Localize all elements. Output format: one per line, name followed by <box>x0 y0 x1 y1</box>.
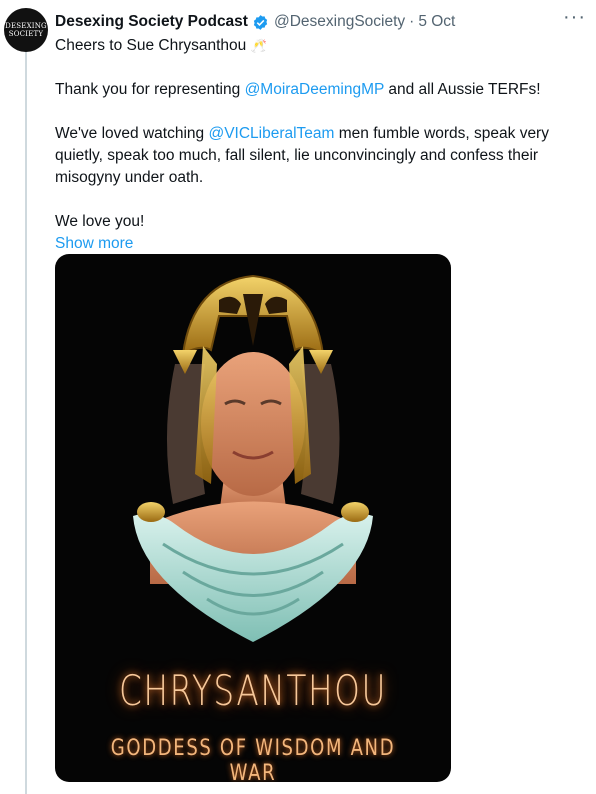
p2-after: and all Aussie TERFs! <box>384 81 541 98</box>
more-dots-icon[interactable]: ··· <box>563 7 586 27</box>
tweet-paragraph-2: Thank you for representing @MoiraDeeming… <box>55 79 580 101</box>
timestamp[interactable]: 5 Oct <box>418 13 455 31</box>
avatar[interactable]: DESEXING SOCIETY <box>4 8 48 52</box>
p3-before: We've loved watching <box>55 125 209 142</box>
tweet-image[interactable]: CHRYSANTHOU GODDESS OF WISDOM AND WAR <box>55 254 451 782</box>
show-more-link[interactable]: Show more <box>55 233 133 255</box>
separator: · <box>409 13 415 30</box>
p2-before: Thank you for representing <box>55 81 245 98</box>
tweet-paragraph-4: We love you! <box>55 213 145 230</box>
display-name[interactable]: Desexing Society Podcast <box>55 13 248 31</box>
avatar-text-2: SOCIETY <box>8 30 44 38</box>
tweet-text: Cheers to Sue Chrysanthou 🥂 Thank you fo… <box>55 35 580 255</box>
mention-vicliberal[interactable]: @VICLiberalTeam <box>208 125 334 142</box>
verified-badge-icon <box>253 14 268 30</box>
tweet-paragraph-3: We've loved watching @VICLiberalTeam men… <box>55 123 580 189</box>
tweet-line-1-text: Cheers to Sue Chrysanthou <box>55 37 247 54</box>
tweet-header: Desexing Society Podcast @DesexingSociet… <box>55 11 455 33</box>
clinking-glasses-icon: 🥂 <box>250 38 267 53</box>
mention-moira[interactable]: @MoiraDeemingMP <box>245 81 385 98</box>
thread-line <box>25 52 27 794</box>
avatar-text-1: DESEXING <box>5 22 47 30</box>
handle[interactable]: @DesexingSociety <box>274 13 405 31</box>
tweet-line-1: Cheers to Sue Chrysanthou 🥂 <box>55 35 580 57</box>
image-subtitle: GODDESS OF WISDOM AND WAR <box>110 736 396 782</box>
image-title: CHRYSANTHOU <box>118 666 388 715</box>
